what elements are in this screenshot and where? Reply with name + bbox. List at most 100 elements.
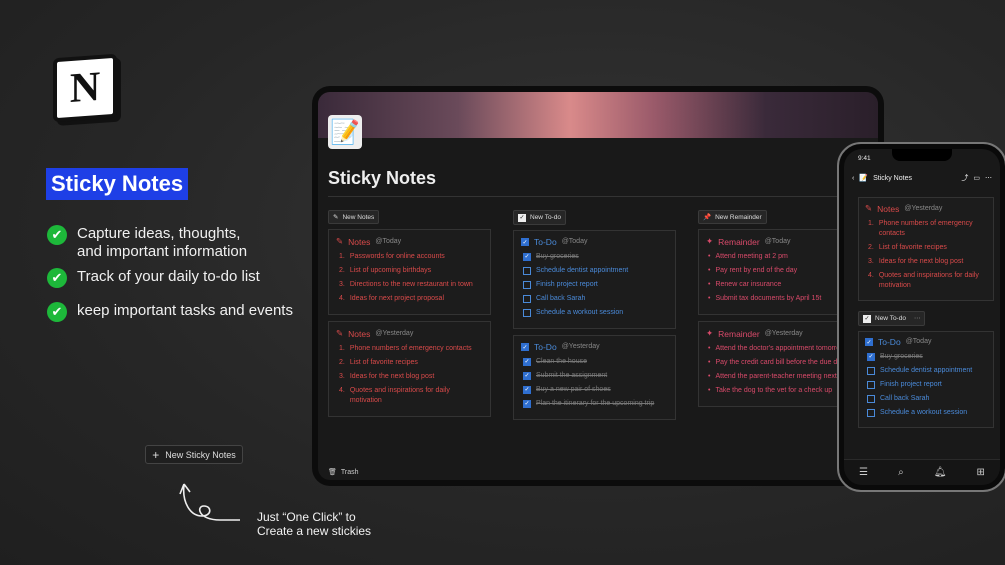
cover-image (318, 92, 878, 138)
checkbox[interactable] (523, 294, 531, 303)
checkbox[interactable] (867, 380, 875, 389)
page-title: Sticky Notes (328, 168, 437, 188)
list-item: 3. Directions to the new restaurant in to… (339, 281, 473, 288)
search-icon[interactable]: ⌕ (898, 467, 904, 478)
card-date: @Yesterday (375, 330, 414, 337)
feature-text: Track of your daily to-do list (77, 268, 260, 285)
phone-nav-bar: ‹ 📝 Sticky Notes ⤴ ▭ ⋯ (852, 173, 992, 183)
todo-item[interactable]: Schedule dentist appointment (523, 266, 668, 276)
trash-link[interactable]: 🗑 Trash (328, 468, 359, 477)
todo-card[interactable]: ✓ To-Do @Today ✓ Buy groceries Schedule den… (513, 229, 676, 329)
share-icon[interactable]: ⤴ (961, 173, 968, 183)
check-circle-icon: ✔ (47, 302, 67, 322)
card-title: To-Do (534, 341, 557, 352)
phone-device: 9:41 ‹ 📝 Sticky Notes ⤴ ▭ ⋯ ✎ Notes @Yeste… (837, 142, 1005, 492)
phone-screen: 9:41 ‹ 📝 Sticky Notes ⤴ ▭ ⋯ ✎ Notes @Yeste… (844, 149, 1000, 485)
card-date: @Yesterday (561, 343, 600, 350)
new-notes-button[interactable]: ✎ New Notes (328, 210, 380, 224)
trash-icon: 🗑 (328, 469, 337, 476)
list-item: 1. Phone numbers of emergency contacts (339, 345, 472, 352)
feature-item: ✔ Track of your daily to-do list (47, 268, 260, 288)
more-icon[interactable]: ⋯ (985, 174, 992, 182)
pin-icon: ✦ (706, 328, 714, 338)
todo-item[interactable]: Finish project report (523, 280, 668, 290)
notes-column: ✎ New Notes ✎ Notes @Today 1. Passwords for … (328, 206, 491, 423)
card-title: To-Do (878, 336, 901, 347)
checkbox[interactable] (867, 408, 875, 417)
card-date: @Yesterday (764, 330, 803, 337)
checkbox[interactable]: ✓ (523, 357, 531, 366)
note-card[interactable]: ✎ Notes @Yesterday 1. Phone numbers of emer… (328, 321, 491, 417)
phone-notch (892, 149, 952, 161)
edit-icon: ✎ (333, 214, 339, 221)
note-card[interactable]: ✎ Notes @Yesterday 1. Phone numbers of emer… (858, 197, 994, 301)
card-title: Remainder (718, 328, 760, 339)
todo-item[interactable]: Call back Sarah (523, 294, 668, 304)
status-time: 9:41 (858, 155, 871, 162)
list-item: 1. Phone numbers of emergency contacts (868, 220, 973, 237)
edit-icon: ✎ (336, 236, 344, 246)
add-icon[interactable]: ⊞ (977, 467, 985, 478)
more-icon[interactable]: ⋯ (914, 314, 921, 322)
check-circle-icon: ✔ (47, 225, 67, 245)
note-card[interactable]: ✎ Notes @Today 1. Passwords for online acco… (328, 229, 491, 315)
back-icon[interactable]: ‹ (852, 175, 854, 182)
todo-item[interactable]: ✓ Buy groceries (867, 352, 987, 362)
checkbox[interactable] (867, 366, 875, 375)
todo-item[interactable]: Finish project report (867, 380, 987, 390)
card-date: @Today (375, 238, 402, 245)
todo-item[interactable]: ✓ Submit the assignment (523, 371, 668, 381)
memo-icon: 📝 (328, 115, 362, 149)
checkbox[interactable] (867, 394, 875, 403)
checkbox[interactable]: ✓ (523, 399, 531, 408)
checkbox-icon: ✓ (865, 338, 873, 346)
phone-tab-bar: ☰ ⌕ 🔔︎ ⊞ (844, 459, 1000, 485)
checkbox[interactable] (523, 266, 531, 275)
new-todo-button[interactable]: ✓ New To-do (513, 209, 566, 225)
list-icon[interactable]: ☰ (859, 467, 868, 478)
list-item: 3. Ideas for the next blog post (868, 258, 964, 265)
todo-item[interactable]: ✓ Plan the itinerary for the upcoming tri… (523, 399, 668, 409)
list-item: 1. Passwords for online accounts (339, 253, 445, 260)
card-date: @Today (905, 338, 932, 345)
new-todo-button[interactable]: ✓ New To-do ⋯ (858, 310, 926, 326)
todo-item[interactable]: Schedule a workout session (523, 308, 668, 318)
bell-icon[interactable]: 🔔︎ (934, 467, 947, 478)
check-circle-icon: ✔ (47, 268, 67, 288)
card-date: @Yesterday (904, 205, 943, 212)
checkbox[interactable]: ✓ (523, 371, 531, 380)
tablet-device: 📝 Sticky Notes ✎ New Notes ✎ Notes @Today 1… (312, 86, 884, 486)
card-title: To-Do (534, 236, 557, 247)
edit-icon: ✎ (865, 203, 873, 213)
checkbox[interactable] (523, 308, 531, 317)
todo-item[interactable]: ✓ Clean the house (523, 357, 668, 367)
todo-card[interactable]: ✓ To-Do @Yesterday ✓ Clean the house ✓ Submi… (513, 334, 676, 420)
notion-logo: N (53, 53, 117, 123)
todo-column: ✓ New To-do ✓ To-Do @Today ✓ Buy groceries S… (513, 206, 676, 426)
new-sticky-notes-button[interactable]: + New Sticky Notes (145, 445, 243, 464)
edit-icon: ✎ (336, 328, 344, 338)
todo-card[interactable]: ✓ To-Do @Today ✓ Buy groceries Schedule den… (858, 330, 994, 428)
list-item: 4. Ideas for next project proposal (339, 295, 445, 302)
phone-content: ✎ Notes @Yesterday 1. Phone numbers of emer… (858, 197, 994, 434)
checkbox[interactable]: ✓ (523, 385, 531, 394)
todo-item[interactable]: ✓ Buy a new pair of shoes (523, 385, 668, 395)
tablet-screen: 📝 Sticky Notes ✎ New Notes ✎ Notes @Today 1… (318, 92, 878, 480)
todo-item[interactable]: Schedule dentist appointment (867, 366, 987, 376)
feature-text: Capture ideas, thoughts, and important i… (77, 225, 248, 260)
hero-title: Sticky Notes (46, 168, 189, 200)
new-reminder-button[interactable]: 📌 New Remainder (698, 210, 767, 224)
curved-arrow-icon (179, 483, 240, 521)
checkbox-icon: ✓ (521, 343, 529, 351)
pin-icon: 📌 (703, 214, 712, 221)
feature-text: keep important tasks and events (77, 302, 293, 319)
todo-item[interactable]: Schedule a workout session (867, 408, 987, 418)
checkbox[interactable]: ✓ (867, 352, 875, 361)
comment-icon[interactable]: ▭ (973, 174, 980, 182)
checkbox[interactable] (523, 280, 531, 289)
todo-item[interactable]: ✓ Buy groceries (523, 252, 668, 262)
todo-item[interactable]: Call back Sarah (867, 394, 987, 404)
list-item: 2. List of favorite recipes (868, 244, 947, 251)
list-item: 4. Quotes and inspirations for daily moti… (339, 387, 450, 404)
checkbox[interactable]: ✓ (523, 252, 531, 261)
